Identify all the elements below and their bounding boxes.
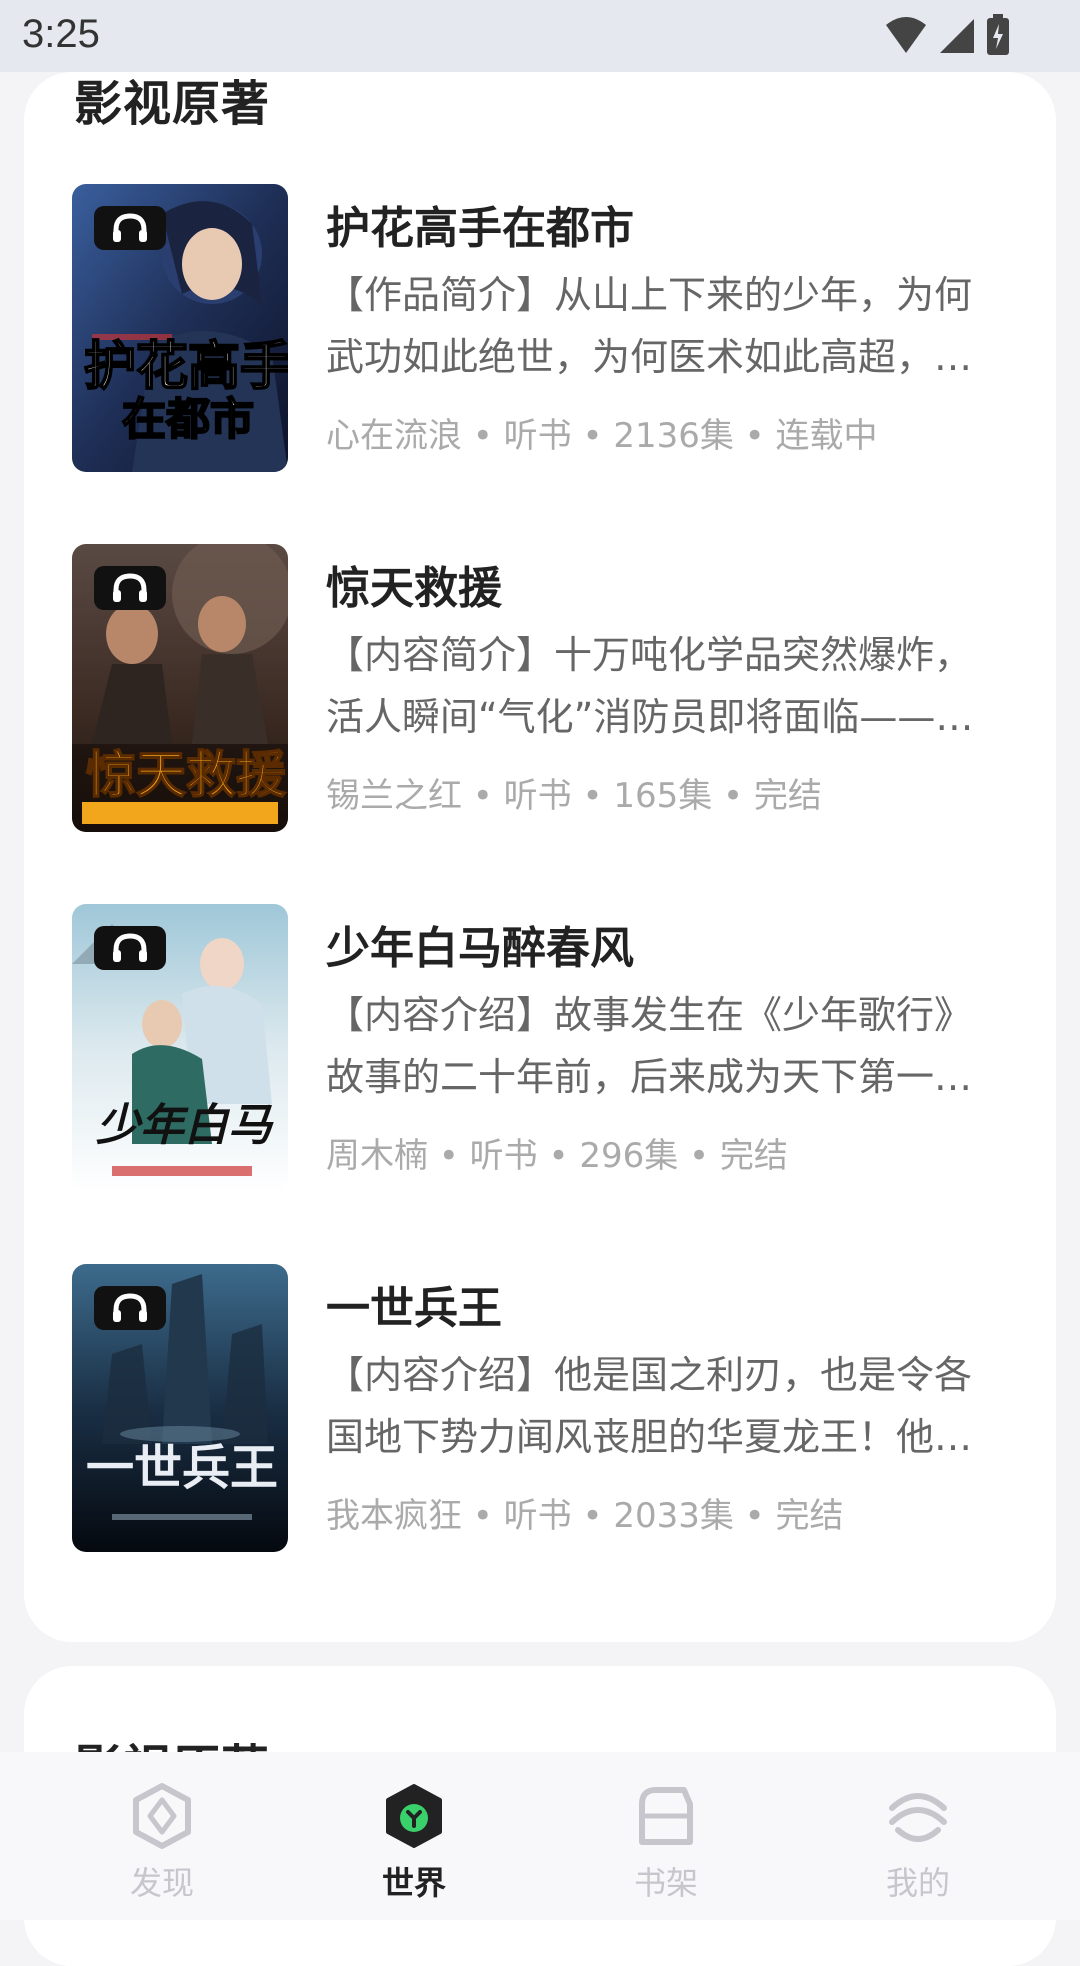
headphones-icon: [94, 926, 166, 970]
book-description: 【内容介绍】他是国之利刃，也是令各国地下势力闻风丧胆的华夏龙王！他…: [326, 1353, 973, 1459]
headphones-icon: [94, 1286, 166, 1330]
book-title: 少年白马醉春风: [326, 923, 634, 974]
book-meta: 心在流浪 • 听书 • 2136集 • 连载中: [326, 416, 878, 456]
tab-bookshelf[interactable]: 书架: [586, 1782, 746, 1904]
book-title: 惊天救援: [326, 563, 502, 614]
book-description: 【作品简介】从山上下来的少年，为何武功如此绝世，为何医术如此高超，…: [326, 273, 973, 379]
discover-icon: [128, 1782, 196, 1850]
tab-label: 世界: [381, 1864, 446, 1902]
world-icon: [380, 1782, 448, 1850]
book-title: 护花高手在都市: [326, 203, 634, 254]
book-cover[interactable]: 一世兵王: [72, 1264, 288, 1552]
status-icons: [884, 14, 1010, 56]
book-item[interactable]: 少年白马 少年白马醉春风 【内容介绍】故事发生在《少年歌行》故事的二十年前，后来…: [72, 904, 1032, 1194]
tab-discover[interactable]: 发现: [82, 1782, 242, 1904]
book-list-card: 影视原著 护花高手 在都市 护花高手在都市 【作品简介】从山上下来的少年，为何武…: [24, 72, 1056, 1642]
status-time: 3:25: [22, 12, 100, 56]
book-meta: 锡兰之红 • 听书 • 165集 • 完结: [326, 776, 822, 816]
book-cover[interactable]: 少年白马: [72, 904, 288, 1192]
tab-profile[interactable]: 我的: [838, 1782, 998, 1904]
book-item[interactable]: 惊天救援 惊天救援 【内容简介】十万吨化学品突然爆炸，活人瞬间“气化”消防员即将…: [72, 544, 1032, 834]
book-meta: 我本疯狂 • 听书 • 2033集 • 完结: [326, 1496, 844, 1536]
book-title: 一世兵王: [326, 1283, 502, 1334]
bookshelf-icon: [632, 1782, 700, 1850]
tab-world[interactable]: 世界: [334, 1782, 494, 1904]
battery-icon: [987, 14, 1009, 55]
svg-text:少年白马: 少年白马: [96, 1100, 274, 1151]
signal-icon: [940, 19, 974, 53]
book-meta: 周木楠 • 听书 • 296集 • 完结: [326, 1136, 788, 1176]
tab-label: 书架: [633, 1864, 698, 1902]
headphones-icon: [94, 566, 166, 610]
book-cover[interactable]: 护花高手 在都市: [72, 184, 288, 472]
book-description: 【内容介绍】故事发生在《少年歌行》故事的二十年前，后来成为天下第一…: [326, 993, 973, 1099]
svg-text:护花高手: 护花高手: [84, 337, 288, 397]
book-item[interactable]: 一世兵王 一世兵王 【内容介绍】他是国之利刃，也是令各国地下势力闻风丧胆的华夏龙…: [72, 1264, 1032, 1554]
bottom-tab-bar: 发现 世界 书架 我的: [0, 1752, 1080, 1920]
svg-text:一世兵王: 一世兵王: [86, 1440, 278, 1496]
book-cover[interactable]: 惊天救援: [72, 544, 288, 832]
svg-text:惊天救援: 惊天救援: [86, 746, 287, 804]
profile-icon: [884, 1782, 952, 1850]
headphones-icon: [94, 206, 166, 250]
svg-text:在都市: 在都市: [122, 394, 254, 445]
tab-label: 我的: [885, 1864, 950, 1902]
status-bar: 3:25: [0, 0, 1080, 72]
book-description: 【内容简介】十万吨化学品突然爆炸，活人瞬间“气化”消防员即将面临——『…: [326, 633, 973, 739]
section-title: 影视原著: [74, 76, 271, 132]
tab-label: 发现: [129, 1864, 194, 1902]
book-item[interactable]: 护花高手 在都市 护花高手在都市 【作品简介】从山上下来的少年，为何武功如此绝世…: [72, 184, 1032, 474]
wifi-icon: [886, 17, 926, 53]
